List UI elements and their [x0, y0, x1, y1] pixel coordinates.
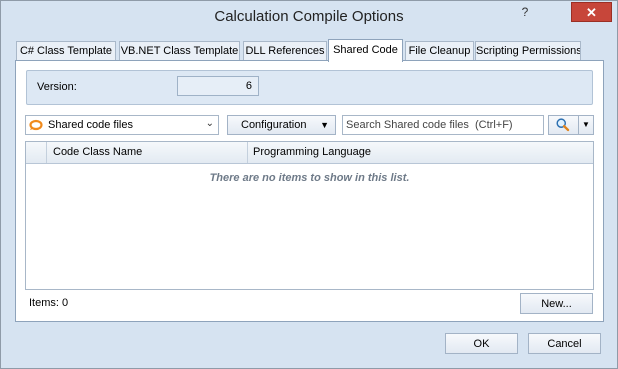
search-options-dropdown[interactable]: ▼: [579, 115, 594, 135]
version-group: Version: 6: [26, 70, 593, 105]
tab-scripting-permissions[interactable]: Scripting Permissions: [475, 41, 581, 61]
dropdown-arrow-icon: ▼: [320, 120, 329, 130]
shared-code-panel: Version: 6 Shared code files ⌄ Configura…: [15, 60, 604, 322]
column-header-code-class-name[interactable]: Code Class Name: [48, 142, 248, 163]
row-selector-column: [26, 142, 47, 163]
orange-swirl-icon: [29, 119, 43, 131]
tab-vbnet-class-template[interactable]: VB.NET Class Template: [119, 41, 240, 61]
ok-button[interactable]: OK: [445, 333, 518, 354]
configuration-button[interactable]: Configuration ▼: [227, 115, 336, 135]
shared-code-list[interactable]: Code Class Name Programming Language The…: [25, 141, 594, 290]
search-input[interactable]: [342, 115, 544, 135]
configuration-button-label: Configuration: [241, 119, 307, 131]
tab-shared-code[interactable]: Shared Code: [328, 39, 403, 62]
magnifier-icon: [556, 118, 570, 132]
help-button[interactable]: ?: [514, 5, 536, 25]
new-button[interactable]: New...: [520, 293, 593, 314]
column-header-programming-language[interactable]: Programming Language: [248, 142, 593, 163]
tab-file-cleanup[interactable]: File Cleanup: [405, 41, 474, 61]
search-button[interactable]: [548, 115, 579, 135]
tab-csharp-class-template[interactable]: C# Class Template: [16, 41, 116, 61]
title-bar: Calculation Compile Options ? ✕: [1, 1, 617, 33]
scope-combo[interactable]: Shared code files ⌄: [25, 115, 219, 135]
cancel-button[interactable]: Cancel: [528, 333, 601, 354]
dialog-window: Calculation Compile Options ? ✕ C# Class…: [0, 0, 618, 369]
empty-list-message: There are no items to show in this list.: [209, 172, 410, 184]
chevron-down-icon: ⌄: [205, 118, 214, 129]
list-header: Code Class Name Programming Language: [26, 142, 593, 164]
version-field: 6: [177, 76, 259, 96]
items-count: Items: 0: [29, 297, 69, 309]
scope-combo-value: Shared code files: [48, 119, 133, 131]
version-label: Version:: [37, 81, 77, 93]
tab-dll-references[interactable]: DLL References: [243, 41, 327, 61]
close-button[interactable]: ✕: [571, 2, 612, 22]
